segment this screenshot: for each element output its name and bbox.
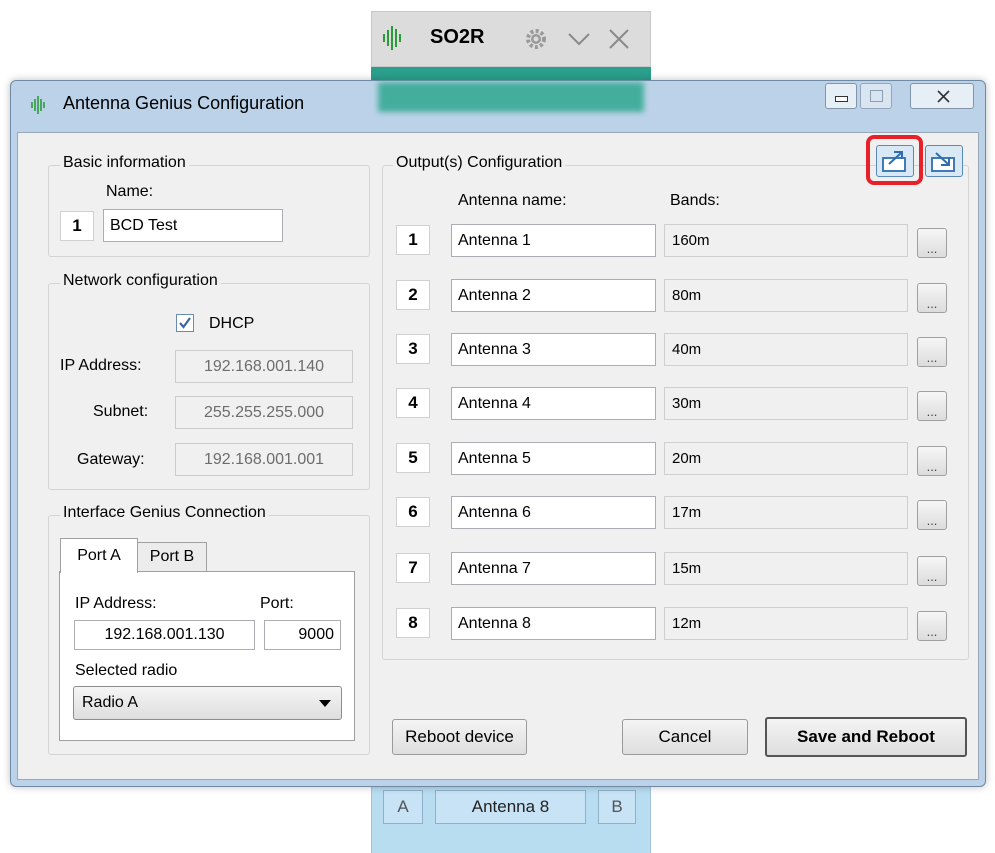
antenna-name-input[interactable]: Antenna 6 [451,496,656,529]
name-input[interactable]: BCD Test [103,209,283,242]
antenna-name-input[interactable]: Antenna 4 [451,387,656,420]
dialog-close-button[interactable] [910,83,974,109]
outputs-config-legend: Output(s) Configuration [393,154,566,172]
edit-bands-button[interactable]: ... [917,446,947,476]
output-number: 5 [396,443,430,473]
subnet-label: Subnet: [93,403,149,420]
bands-field: 80m [664,279,908,312]
chevron-down-icon[interactable] [567,30,591,48]
maximize-icon [870,90,883,102]
dropdown-arrow-icon [319,700,331,707]
basic-info-legend: Basic information [60,154,189,172]
close-icon [937,90,950,103]
gateway-label: Gateway: [77,451,145,468]
antenna-name-input[interactable]: Antenna 2 [451,279,656,312]
maximize-button[interactable] [860,83,892,109]
gear-icon[interactable] [524,27,548,51]
bands-header: Bands: [670,192,720,209]
subnet-input[interactable]: 255.255.255.000 [175,396,353,429]
edit-bands-button[interactable]: ... [917,391,947,421]
blurred-overlay [378,82,644,112]
import-icon [931,152,955,172]
output-number: 3 [396,334,430,364]
output-number: 8 [396,608,430,638]
ig-ip-input[interactable]: 192.168.001.130 [74,620,255,650]
dhcp-label[interactable]: DHCP [209,315,254,333]
import-button[interactable] [925,145,963,177]
gateway-input[interactable]: 192.168.001.001 [175,443,353,476]
dhcp-checkbox[interactable] [176,314,194,332]
selected-radio-label: Selected radio [75,662,178,679]
cancel-button[interactable]: Cancel [622,719,748,755]
radio-select[interactable]: Radio A [73,686,342,720]
edit-bands-button[interactable]: ... [917,228,947,258]
output-number: 1 [396,225,430,255]
ip-address-label: IP Address: [60,357,142,374]
antenna-name-input[interactable]: Antenna 8 [451,607,656,640]
antenna-name-header: Antenna name: [458,192,567,209]
minimize-button[interactable] [825,83,857,109]
bands-field: 160m [664,224,908,257]
bands-field: 20m [664,442,908,475]
waveform-icon [383,26,401,50]
tab-port-b[interactable]: Port B [137,542,207,572]
bands-field: 17m [664,496,908,529]
checkmark-icon [179,317,191,329]
export-icon [882,151,906,172]
app-icon [31,96,45,114]
bands-field: 12m [664,607,908,640]
output-number: 6 [396,497,430,527]
reboot-device-button[interactable]: Reboot device [392,719,527,755]
ig-port-label: Port: [260,595,294,612]
save-and-reboot-button[interactable]: Save and Reboot [765,717,967,757]
minimize-icon [835,96,848,102]
tab-port-a[interactable]: Port A [60,538,138,573]
ig-connection-legend: Interface Genius Connection [60,504,269,522]
bands-field: 40m [664,333,908,366]
output-number: 2 [396,280,430,310]
ig-port-input[interactable]: 9000 [264,620,341,650]
device-index: 1 [60,211,94,241]
so2r-title: SO2R [430,26,485,48]
export-button[interactable] [876,145,914,177]
network-config-legend: Network configuration [60,272,221,290]
current-antenna-display[interactable]: Antenna 8 [435,790,586,824]
edit-bands-button[interactable]: ... [917,283,947,313]
bands-field: 15m [664,552,908,585]
dialog-title: Antenna Genius Configuration [63,93,305,113]
edit-bands-button[interactable]: ... [917,556,947,586]
so2r-accent-bar [371,67,651,81]
antenna-name-input[interactable]: Antenna 3 [451,333,656,366]
close-icon[interactable] [607,27,631,51]
output-number: 7 [396,553,430,583]
edit-bands-button[interactable]: ... [917,337,947,367]
radio-select-value: Radio A [82,694,139,711]
slot-b-button[interactable]: B [598,790,636,824]
ip-address-input[interactable]: 192.168.001.140 [175,350,353,383]
bands-field: 30m [664,387,908,420]
ig-ip-label: IP Address: [75,595,157,612]
name-label: Name: [106,183,154,200]
edit-bands-button[interactable]: ... [917,500,947,530]
output-number: 4 [396,388,430,418]
edit-bands-button[interactable]: ... [917,611,947,641]
antenna-name-input[interactable]: Antenna 7 [451,552,656,585]
slot-a-button[interactable]: A [383,790,423,824]
antenna-name-input[interactable]: Antenna 5 [451,442,656,475]
antenna-name-input[interactable]: Antenna 1 [451,224,656,257]
